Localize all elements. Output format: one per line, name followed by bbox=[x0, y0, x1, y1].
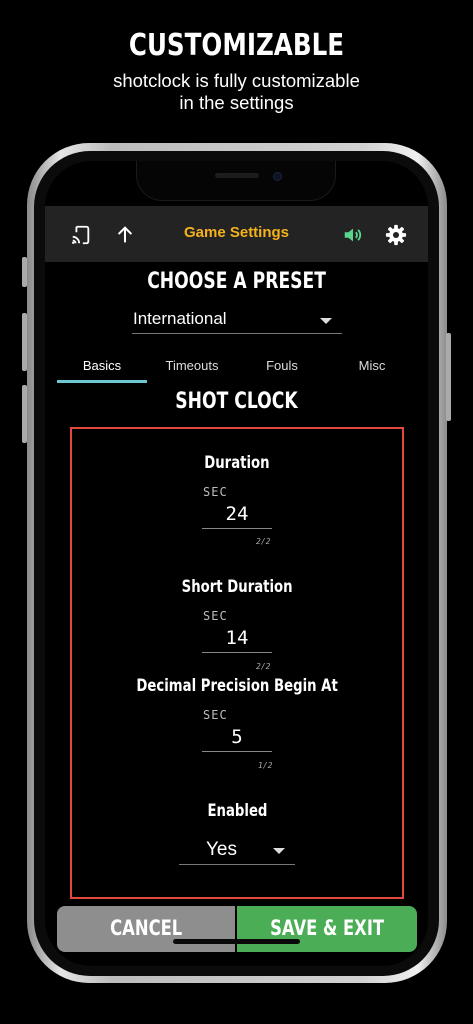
settings-tabs: Basics Timeouts Fouls Misc bbox=[57, 351, 417, 383]
phone-side-button-left-1 bbox=[22, 257, 27, 287]
gear-icon[interactable] bbox=[385, 224, 407, 246]
promo-title: CUSTOMIZABLE bbox=[128, 28, 345, 63]
decimal-precision-input[interactable]: 5 bbox=[202, 724, 272, 752]
duration-input[interactable]: 24 bbox=[202, 501, 272, 529]
preset-dropdown[interactable]: International bbox=[132, 307, 342, 334]
notch bbox=[136, 161, 336, 201]
short-duration-char-counter: 2/2 bbox=[256, 662, 271, 671]
short-duration-unit: SEC bbox=[203, 609, 228, 623]
preset-label: CHOOSE A PRESET bbox=[45, 269, 428, 294]
cancel-button[interactable]: CANCEL bbox=[57, 906, 235, 952]
save-exit-button-label: SAVE & EXIT bbox=[269, 916, 384, 940]
section-title: SHOT CLOCK bbox=[45, 389, 428, 414]
decimal-precision-char-counter: 1/2 bbox=[258, 761, 273, 770]
tab-timeouts[interactable]: Timeouts bbox=[147, 351, 237, 383]
short-duration-input[interactable]: 14 bbox=[202, 625, 272, 653]
enabled-dropdown[interactable]: Yes bbox=[179, 835, 295, 865]
cancel-button-label: CANCEL bbox=[109, 916, 183, 940]
chevron-down-icon bbox=[273, 848, 285, 854]
short-duration-label: Short Duration bbox=[72, 577, 402, 597]
decimal-precision-label-text: Decimal Precision Begin At bbox=[136, 676, 338, 696]
decimal-precision-label: Decimal Precision Begin At bbox=[72, 676, 402, 696]
chevron-down-icon bbox=[320, 318, 332, 324]
decimal-precision-unit: SEC bbox=[203, 708, 228, 722]
duration-label: Duration bbox=[72, 453, 402, 473]
preset-selected-value: International bbox=[133, 309, 227, 328]
preset-label-text: CHOOSE A PRESET bbox=[147, 269, 326, 294]
duration-unit: SEC bbox=[203, 485, 228, 499]
front-camera bbox=[273, 172, 282, 181]
promo-subtitle-line-2: in the settings bbox=[179, 92, 294, 113]
short-duration-label-text: Short Duration bbox=[181, 577, 293, 597]
save-exit-button[interactable]: SAVE & EXIT bbox=[237, 906, 417, 952]
app-bar-title: Game Settings bbox=[183, 224, 290, 241]
phone-side-button-left-2 bbox=[22, 313, 27, 371]
enabled-label: Enabled bbox=[72, 801, 402, 821]
tab-basics[interactable]: Basics bbox=[57, 351, 147, 383]
enabled-selected-value: Yes bbox=[206, 839, 237, 860]
app-bar: Game Settings bbox=[45, 206, 428, 262]
shot-clock-settings-box: Duration SEC 24 2/2 Short Duration SEC 1… bbox=[70, 427, 404, 899]
speaker-grille bbox=[215, 173, 259, 178]
promo-subtitle-line-1: shotclock is fully customizable bbox=[113, 70, 360, 91]
phone-side-button-right bbox=[446, 333, 451, 421]
section-title-text: SHOT CLOCK bbox=[175, 389, 298, 414]
phone-side-button-left-3 bbox=[22, 385, 27, 443]
tab-misc[interactable]: Misc bbox=[327, 351, 417, 383]
phone-screen: Game Settings CHOOSE A PRESET Internatio… bbox=[45, 161, 428, 966]
duration-label-text: Duration bbox=[204, 453, 270, 473]
enabled-label-text: Enabled bbox=[207, 801, 267, 821]
home-indicator bbox=[173, 939, 300, 944]
duration-char-counter: 2/2 bbox=[256, 537, 271, 546]
promo-subtitle: shotclock is fully customizable in the s… bbox=[0, 70, 473, 114]
volume-icon[interactable] bbox=[342, 224, 364, 246]
tab-fouls[interactable]: Fouls bbox=[237, 351, 327, 383]
